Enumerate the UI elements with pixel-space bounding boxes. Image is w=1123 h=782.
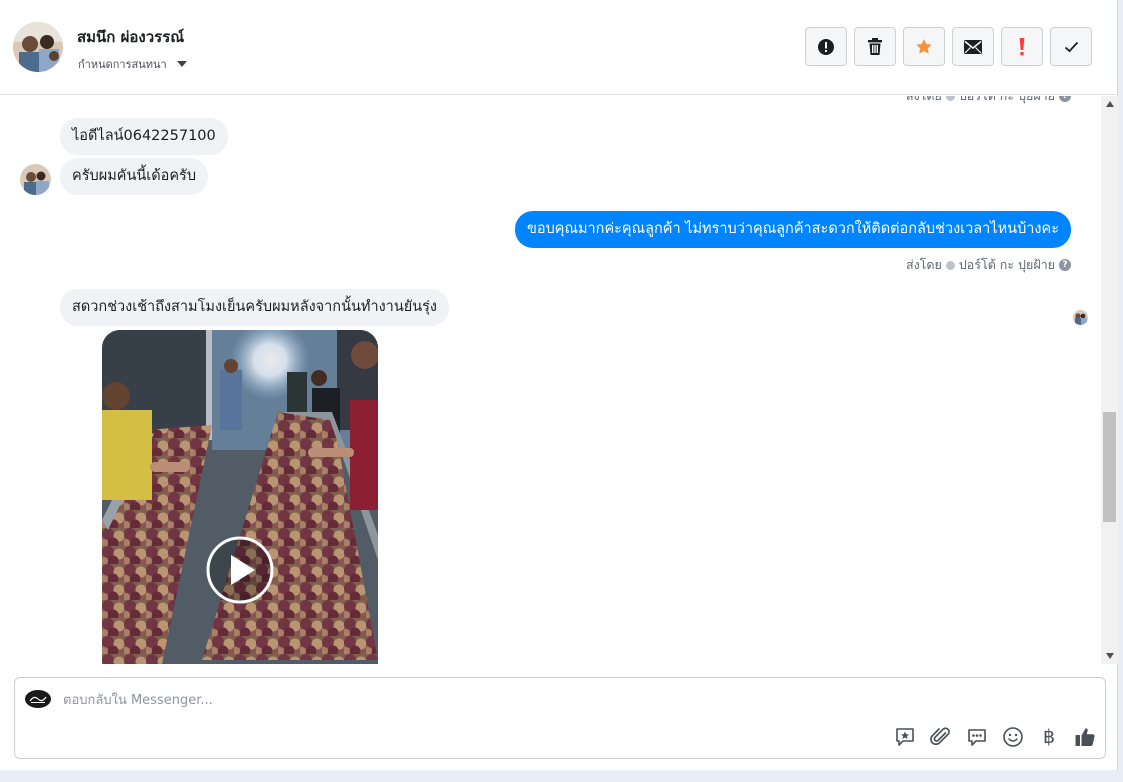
conversation-panel: สมนึก ผ่องวรรณ์ กำหนดการสนทนา ? ไอดีไลน์… xyxy=(0,0,1118,770)
scroll-down-arrow-icon[interactable] xyxy=(1106,653,1114,659)
conversation-header: สมนึก ผ่องวรรณ์ กำหนดการสนทนา xyxy=(0,0,1118,95)
saved-reply-icon xyxy=(896,728,914,746)
reply-input[interactable] xyxy=(63,688,863,712)
star-button[interactable] xyxy=(903,27,945,66)
emoji-icon xyxy=(1003,727,1023,747)
envelope-icon xyxy=(964,39,982,54)
check-icon xyxy=(1064,41,1078,52)
sent-by-label: ส่งโดย xyxy=(905,257,942,272)
thread-scrollbar[interactable] xyxy=(1101,96,1118,664)
sent-by-info: ส่งโดย ปอร์โต้ กะ ปุยฝ้าย ? xyxy=(906,255,1071,275)
attachment-icon xyxy=(930,727,950,746)
help-icon[interactable]: ? xyxy=(1059,259,1071,271)
sender-avatar-icon xyxy=(945,96,955,101)
saved-reply-button[interactable] xyxy=(892,724,918,750)
video-attachment[interactable] xyxy=(102,330,378,664)
message-bubble-incoming: ครับผมคันนี้เด้อครับ xyxy=(60,158,209,195)
mark-unread-button[interactable] xyxy=(952,27,994,66)
header-actions xyxy=(805,27,1092,66)
help-icon[interactable]: ? xyxy=(1059,96,1071,102)
play-icon xyxy=(206,536,274,604)
delete-button[interactable] xyxy=(854,27,896,66)
composer-toolbar: ฿ xyxy=(892,724,1098,750)
assign-conversation-dropdown[interactable]: กำหนดการสนทนา xyxy=(78,55,187,73)
like-button[interactable] xyxy=(1072,724,1098,750)
star-icon xyxy=(916,38,932,54)
report-spam-button[interactable] xyxy=(805,27,847,66)
scrollbar-thumb[interactable] xyxy=(1103,412,1116,522)
quick-reply-button[interactable] xyxy=(964,724,990,750)
contact-avatar[interactable] xyxy=(13,22,63,72)
sender-name: ปอร์โต้ กะ ปุยฝ้าย xyxy=(958,257,1055,272)
trash-icon xyxy=(868,37,882,55)
message-bubble-outgoing: ขอบคุณมากค่ะคุณลูกค้า ไม่ทราบว่าคุณลูกค้… xyxy=(514,211,1071,248)
sender-name: ปอร์โต้ กะ ปุยฝ้าย xyxy=(959,96,1055,106)
caret-down-icon xyxy=(176,61,187,67)
payment-button[interactable]: ฿ xyxy=(1036,724,1062,750)
flag-important-button[interactable] xyxy=(1001,27,1043,66)
sender-avatar-icon xyxy=(945,260,955,270)
sent-by-info: ส่งโดย ปอร์โต้ กะ ปุยฝ้าย ? xyxy=(906,96,1071,106)
message-thread[interactable]: ส่งโดย ปอร์โต้ กะ ปุยฝ้าย ? ไอดีไลน์0642… xyxy=(0,96,1100,664)
sent-by-label: ส่งโดย xyxy=(906,96,942,106)
assign-label: กำหนดการสนทนา xyxy=(78,58,167,71)
play-button[interactable] xyxy=(205,535,275,605)
page-logo-avatar xyxy=(25,690,51,708)
exclamation-icon xyxy=(1019,37,1025,55)
like-icon xyxy=(1075,728,1095,746)
contact-name: สมนึก ผ่องวรรณ์ xyxy=(77,28,185,46)
message-bubble-incoming: ไอดีไลน์0642257100 xyxy=(60,118,228,155)
quick-reply-icon xyxy=(968,729,986,746)
mark-done-button[interactable] xyxy=(1050,27,1092,66)
attachment-button[interactable] xyxy=(928,724,954,750)
baht-icon: ฿ xyxy=(1042,726,1056,748)
emoji-button[interactable] xyxy=(1000,724,1026,750)
reply-composer: ฿ xyxy=(14,677,1106,759)
seen-receipt-avatar xyxy=(1073,310,1088,325)
customer-avatar xyxy=(20,164,51,195)
exclamation-circle-icon xyxy=(818,38,834,55)
scroll-up-arrow-icon[interactable] xyxy=(1106,101,1114,107)
message-bubble-incoming: สดวกช่วงเช้าถึงสามโมงเย็นครับผมหลังจากนั… xyxy=(60,289,450,326)
